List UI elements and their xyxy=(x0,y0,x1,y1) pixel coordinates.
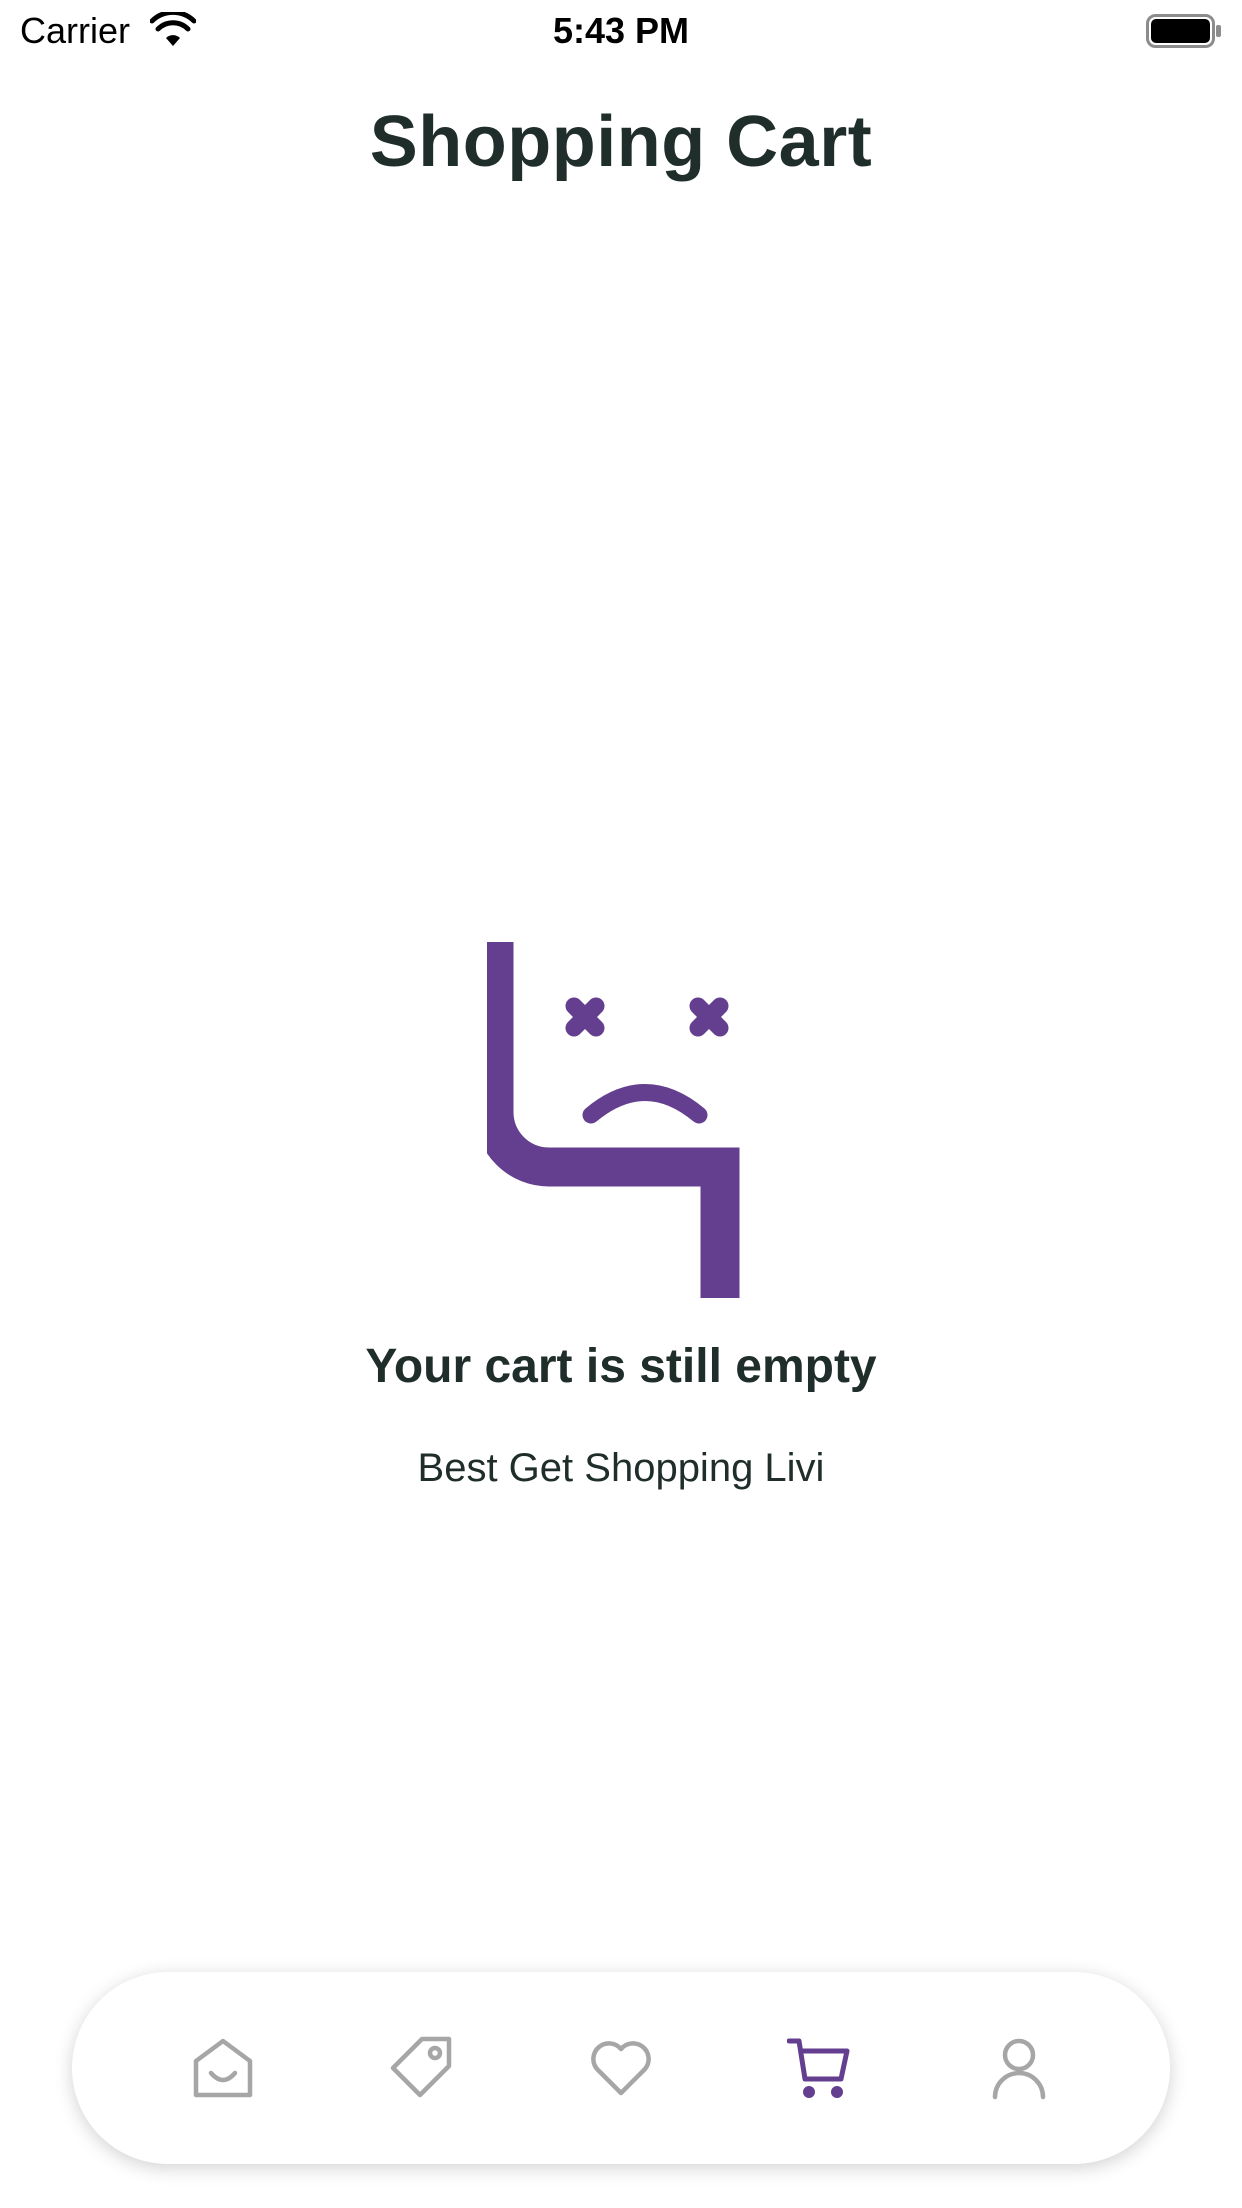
bottom-tab-bar xyxy=(72,1972,1170,2164)
tab-home[interactable] xyxy=(163,2008,283,2128)
heart-icon xyxy=(591,2041,651,2096)
status-time: 5:43 PM xyxy=(552,10,690,51)
tab-cart[interactable] xyxy=(760,2008,880,2128)
sad-cart-face-icon xyxy=(487,942,740,1298)
left-eye-x xyxy=(565,997,605,1037)
tag-icon xyxy=(390,2036,452,2098)
tab-profile[interactable] xyxy=(959,2008,1079,2128)
right-eye-x xyxy=(689,997,729,1037)
home-icon xyxy=(194,2038,253,2098)
cart-icon xyxy=(786,2038,850,2098)
empty-cart-subtitle: Best Get Shopping Livi xyxy=(417,1446,825,1490)
profile-icon xyxy=(992,2038,1045,2100)
battery-icon xyxy=(1146,14,1221,48)
tab-favorites[interactable] xyxy=(561,2008,681,2128)
status-bar: Carrier 5:43 PM xyxy=(0,0,1242,62)
tab-offers[interactable] xyxy=(362,2008,482,2128)
page-title: Shopping Cart xyxy=(369,102,873,182)
shopping-cart-screen: Carrier 5:43 PM Shopping Cart Your cart … xyxy=(0,0,1242,2208)
empty-cart-title: Your cart is still empty xyxy=(365,1340,877,1393)
